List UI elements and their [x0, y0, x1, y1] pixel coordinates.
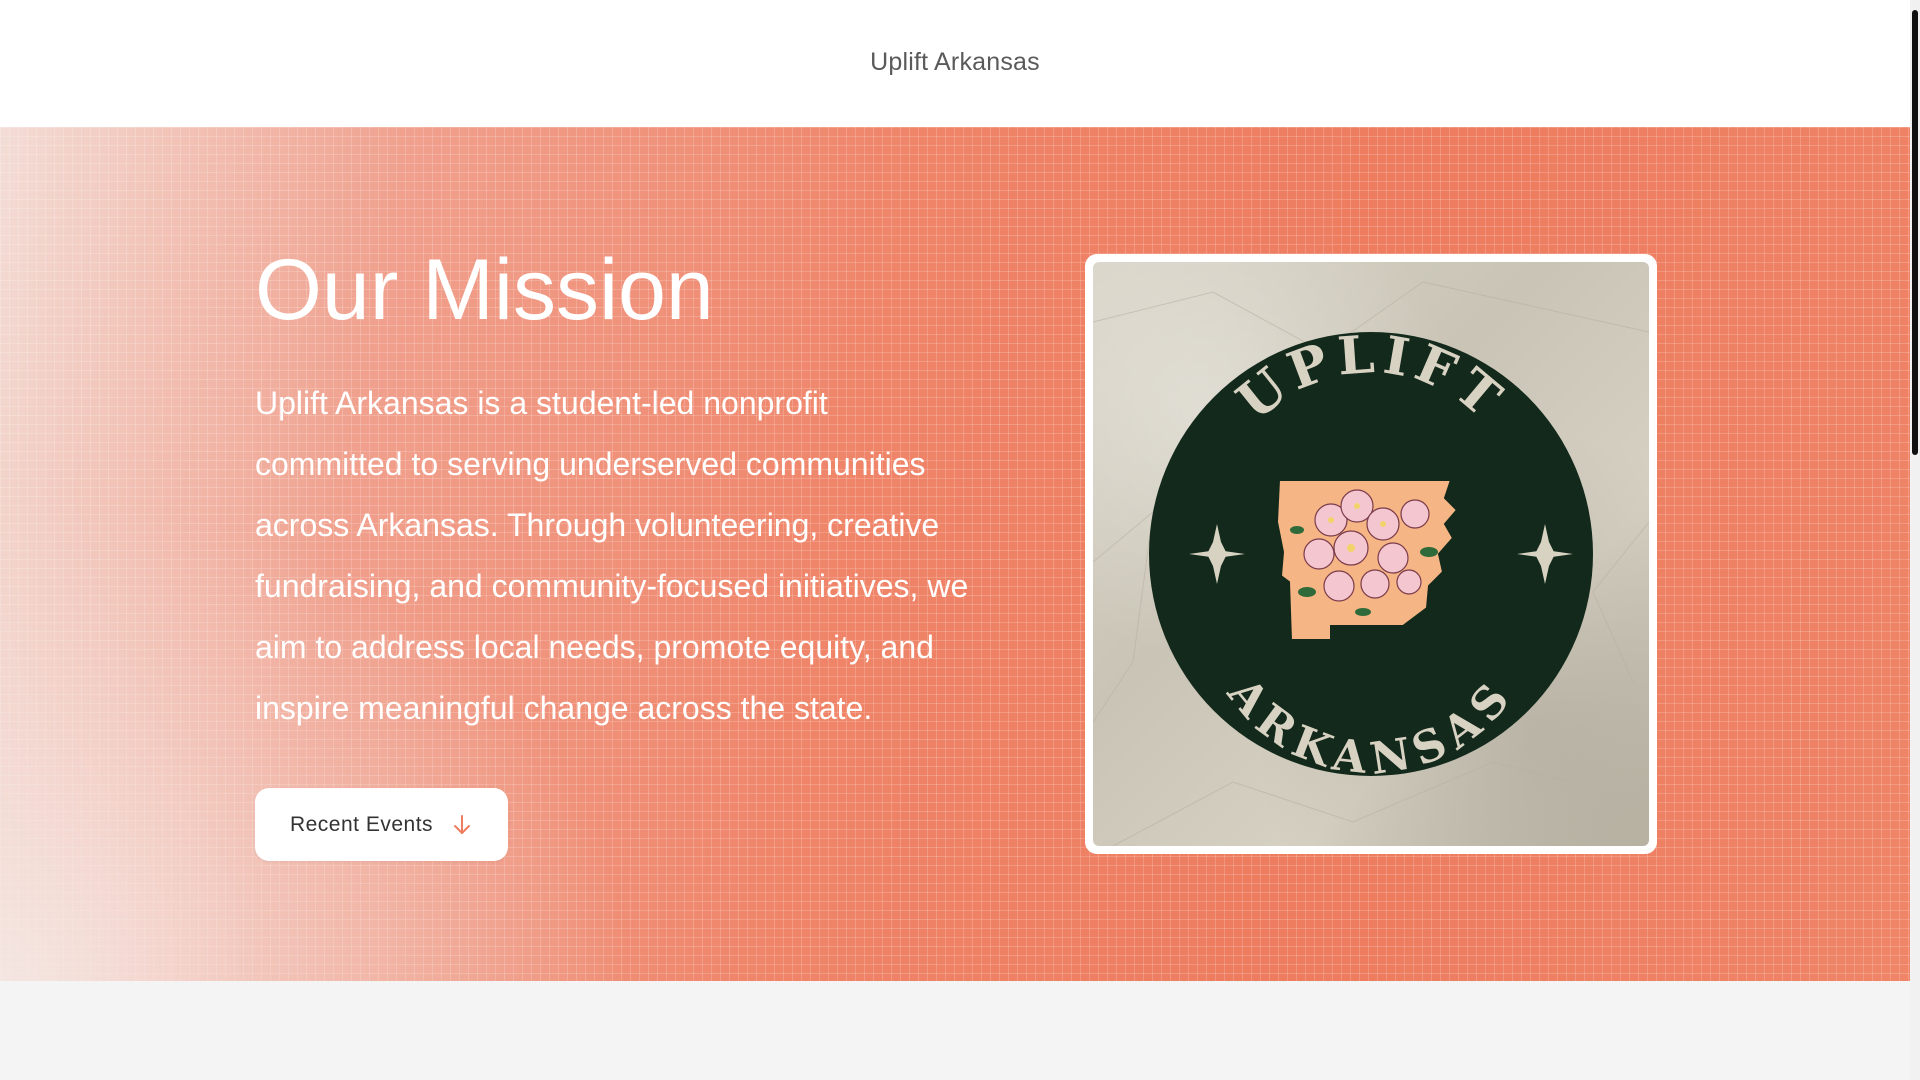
recent-events-button[interactable]: Recent Events [255, 788, 508, 861]
site-header: Uplift Arkansas [0, 0, 1910, 127]
hero-section: Our Mission Uplift Arkansas is a student… [0, 127, 1910, 981]
arrow-down-icon [454, 814, 471, 834]
next-section [0, 981, 1910, 1080]
site-title-link[interactable]: Uplift Arkansas [870, 48, 1040, 77]
page: Uplift Arkansas Our Mission Uplift Arkan… [0, 0, 1920, 1080]
scrollbar[interactable] [1910, 0, 1920, 1080]
uplift-arkansas-logo: UPLIFT ARKANSAS [1093, 262, 1649, 846]
logo-emblem: UPLIFT ARKANSAS [1093, 281, 1649, 846]
recent-events-label: Recent Events [289, 812, 434, 836]
mission-heading: Our Mission [255, 242, 714, 338]
mission-text: Uplift Arkansas is a student-led nonprof… [255, 385, 969, 726]
scrollbar-thumb[interactable] [1912, 10, 1918, 455]
logo-card: UPLIFT ARKANSAS [1085, 254, 1657, 854]
